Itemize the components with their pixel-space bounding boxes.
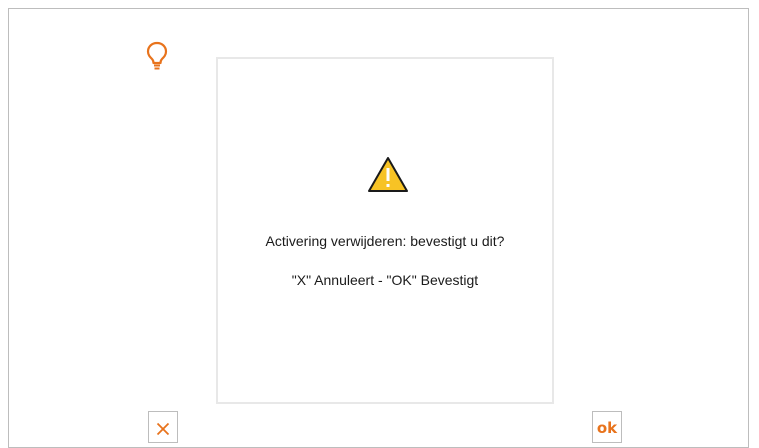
ok-label: ok xyxy=(596,419,618,437)
dialog-message: Activering verwijderen: bevestigt u dit? xyxy=(265,233,505,249)
lightbulb-icon xyxy=(146,41,168,71)
ok-button[interactable]: ok xyxy=(592,411,622,443)
warning-triangle-icon xyxy=(366,155,410,195)
confirm-dialog: Activering verwijderen: bevestigt u dit?… xyxy=(216,57,554,404)
cancel-button[interactable] xyxy=(148,411,178,443)
dialog-instructions: "X" Annuleert - "OK" Bevestigt xyxy=(291,272,479,288)
